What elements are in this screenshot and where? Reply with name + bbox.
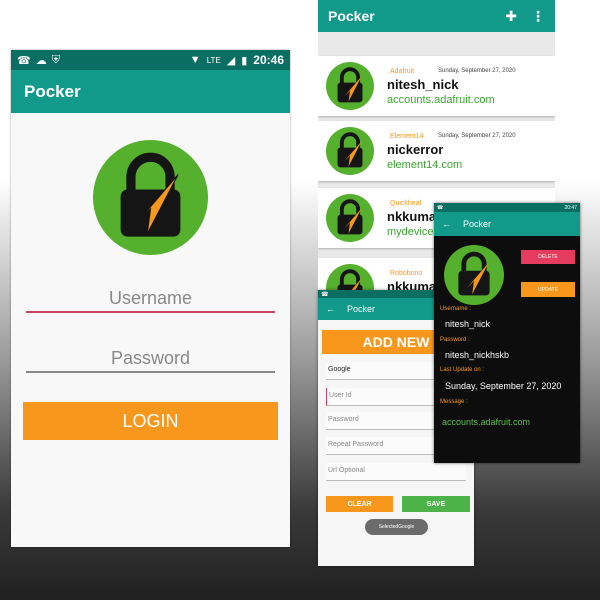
lock-logo-icon [326,127,374,175]
item-username: nitesh_nick [387,77,459,92]
more-vert-icon[interactable]: ⋮ [531,8,545,25]
last-update-value: Sunday, September 27, 2020 [445,381,562,391]
message-label: Message : [440,399,468,405]
whatsapp-icon: ☎ [321,291,329,298]
username-label: Username : [440,306,472,312]
item-date: Sunday, September 27, 2020 [438,133,516,139]
app-bar: ← Pocker [434,212,580,236]
clear-button[interactable]: CLEAR [326,496,393,512]
delete-button[interactable]: DELETE [521,250,575,264]
app-bar: Pocker [11,70,290,113]
detail-url[interactable]: accounts.adafruit.com [442,417,530,427]
detail-screen: ☎ 20:47 ← Pocker DELETE UPDATE Username … [434,203,580,463]
item-url: mydevice. [387,226,437,238]
login-button[interactable]: LOGIN [23,402,278,440]
lock-logo-icon [93,140,208,255]
whatsapp-icon: ☎ [437,204,444,211]
list-item[interactable]: Adafruit Sunday, September 27, 2020 nite… [318,56,555,116]
status-time: 20:47 [564,204,577,211]
app-title: Pocker [463,219,492,229]
item-username: nkkuma [387,209,437,224]
last-update-label: Last Update on : [440,367,485,373]
login-screen: ☎ ☁ ⛨ ▼ LTE ◢ ▮ 20:46 Pocker Username Pa… [11,50,290,547]
add-user-icon[interactable]: ✚ [505,8,517,25]
toast-message: SelectedGoogle [365,519,428,535]
status-bar: ☎ ☁ ⛨ ▼ LTE ◢ ▮ 20:46 [11,50,290,70]
item-url: element14.com [387,159,463,171]
password-label: Password : [440,337,470,343]
lock-logo-icon [326,194,374,242]
item-company: Element14 [390,133,424,140]
whatsapp-icon: ☎ [17,54,31,67]
network-label: LTE [206,55,221,65]
item-company: Adafruit [390,68,415,75]
app-title: Pocker [347,304,376,314]
update-button[interactable]: UPDATE [521,282,575,297]
url-input[interactable]: Url Optional [326,463,466,481]
signal-icon: ◢ [226,54,236,67]
item-date: Sunday, September 27, 2020 [438,68,516,74]
item-url: accounts.adafruit.com [387,94,495,106]
username-input[interactable]: Username [26,283,275,313]
lock-logo-icon [326,62,374,110]
cloud-icon: ☁ [35,54,47,67]
item-username: nickerror [387,142,444,157]
app-title: Pocker [24,81,81,101]
item-company: Quickheal [390,200,422,207]
back-arrow-icon[interactable]: ← [442,219,451,229]
back-arrow-icon[interactable]: ← [326,304,335,314]
list-item[interactable]: Element14 Sunday, September 27, 2020 nic… [318,121,555,181]
battery-icon: ▮ [241,54,248,67]
password-input[interactable]: Password [26,343,275,373]
app-bar: Pocker ✚ ⋮ [318,0,555,32]
save-button[interactable]: SAVE [402,496,470,512]
lock-logo-icon [444,245,504,305]
status-time: 20:46 [253,53,284,67]
username-value: nitesh_nick [445,319,491,329]
status-bar: ☎ 20:47 [434,203,580,212]
item-company: Robobono [390,270,423,277]
app-title: Pocker [328,8,375,24]
password-value: nitesh_nickhskb [445,350,510,360]
wifi-icon: ▼ [189,54,201,66]
shield-icon: ⛨ [51,53,60,66]
